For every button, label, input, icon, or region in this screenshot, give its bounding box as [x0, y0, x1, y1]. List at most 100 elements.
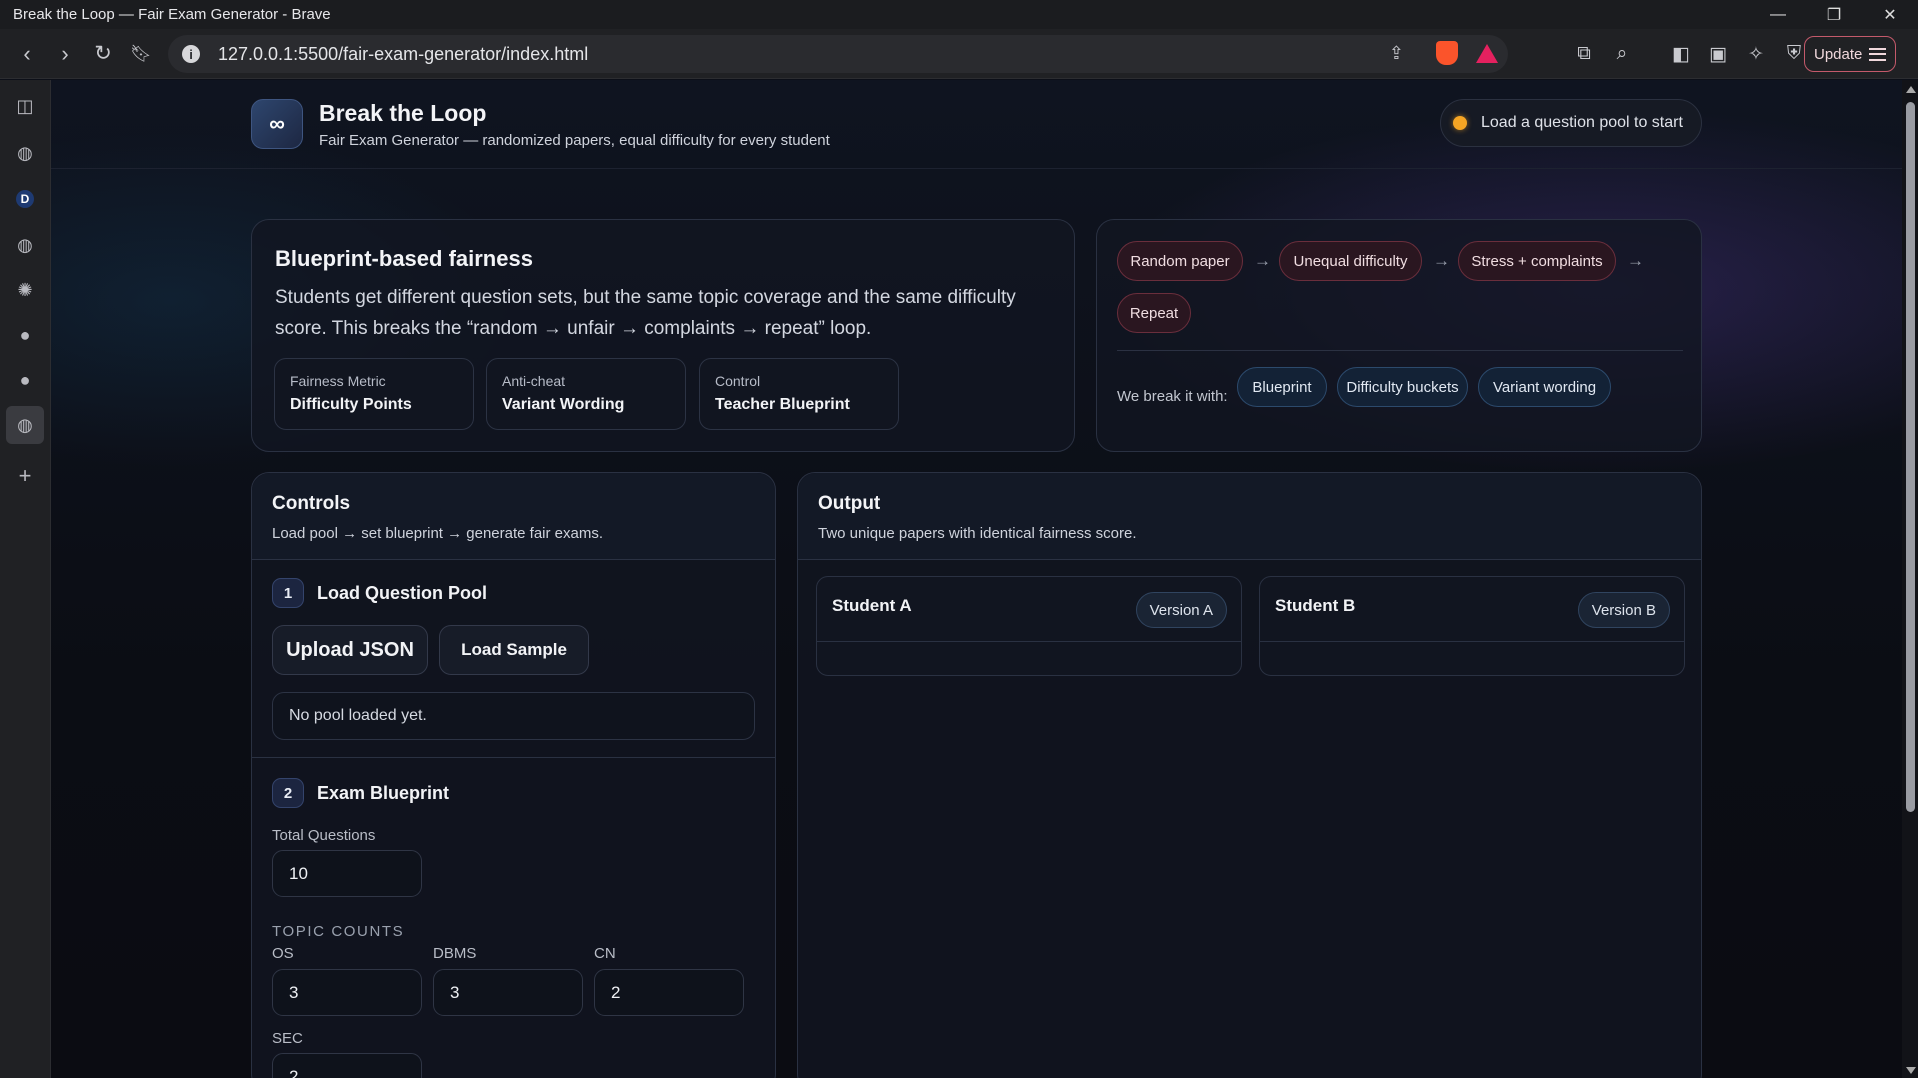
app-title: Break the Loop: [319, 100, 487, 126]
step-label: Exam Blueprint: [317, 782, 450, 803]
update-button[interactable]: Update: [1804, 36, 1896, 72]
status-dot-icon: [1453, 116, 1467, 130]
tab-search-icon[interactable]: ⌕: [1607, 39, 1637, 69]
controls-panel: Controls Load pool → set blueprint → gen…: [251, 472, 776, 1078]
topic-input-sec[interactable]: 2: [272, 1053, 422, 1078]
scroll-down-icon[interactable]: [1906, 1067, 1916, 1074]
loop-chip-unequal: Unequal difficulty: [1279, 241, 1422, 281]
arrow-icon: →: [1433, 251, 1450, 270]
pool-status: No pool loaded yet.: [272, 692, 755, 740]
globe-icon[interactable]: ◍: [6, 406, 44, 444]
status-badge: Load a question pool to start: [1440, 99, 1702, 147]
step-number: 2: [272, 778, 304, 808]
loop-card: Random paper → Unequal difficulty → Stre…: [1096, 219, 1702, 452]
minimize-icon[interactable]: —: [1750, 0, 1806, 29]
browser-sidebar: ◫ ◍ D ◍ ✺ ● ● ◍ +: [0, 80, 51, 1078]
step-load-pool: 1 Load Question Pool: [272, 578, 487, 608]
site-info-icon[interactable]: i: [182, 45, 200, 63]
load-sample-button[interactable]: Load Sample: [439, 625, 589, 675]
upload-json-button[interactable]: Upload JSON: [272, 625, 428, 675]
student-name: Student B: [1275, 596, 1356, 615]
globe-icon[interactable]: ◍: [10, 230, 40, 260]
loop-chip-repeat: Repeat: [1117, 293, 1191, 333]
url-text[interactable]: 127.0.0.1:5500/fair-exam-generator/index…: [218, 44, 588, 65]
github-icon[interactable]: ●: [10, 365, 40, 395]
divider: [817, 641, 1241, 642]
brave-rewards-icon[interactable]: [1476, 44, 1498, 63]
menu-icon: [1869, 47, 1886, 61]
arrow-icon: →: [1254, 251, 1271, 270]
scroll-up-icon[interactable]: [1906, 86, 1916, 93]
back-icon[interactable]: ‹: [8, 35, 46, 73]
sidebar-panel-icon[interactable]: ◫: [10, 91, 40, 121]
github-icon[interactable]: ●: [10, 320, 40, 350]
total-questions-label: Total Questions: [272, 827, 376, 844]
student-a-card: Student A Version A: [816, 576, 1242, 676]
restore-icon[interactable]: ❐: [1806, 0, 1862, 29]
d-app-icon[interactable]: D: [10, 184, 40, 214]
fairness-description: Students get different question sets, bu…: [275, 287, 1016, 339]
divider: [1117, 350, 1683, 351]
student-name: Student A: [832, 596, 912, 615]
infinity-logo-icon: ∞: [251, 99, 303, 149]
topic-label-sec: SEC: [272, 1030, 303, 1047]
page-viewport: ∞ Break the Loop Fair Exam Generator — r…: [51, 80, 1902, 1078]
topic-label-dbms: DBMS: [433, 945, 477, 962]
extensions-icon[interactable]: ⧉: [1569, 39, 1599, 69]
output-header: Output Two unique papers with identical …: [798, 473, 1701, 560]
step-blueprint: 2 Exam Blueprint: [272, 778, 449, 808]
fix-chip-variant: Variant wording: [1478, 367, 1611, 407]
app-subtitle: Fair Exam Generator — randomized papers,…: [319, 132, 830, 149]
globe-icon[interactable]: ◍: [10, 138, 40, 168]
controls-subtitle: Load pool → set blueprint → generate fai…: [272, 525, 604, 542]
brave-shields-icon[interactable]: [1436, 41, 1458, 65]
topic-label-os: OS: [272, 945, 294, 962]
window-title: Break the Loop — Fair Exam Generator - B…: [13, 6, 331, 23]
metric-value: Difficulty Points: [290, 396, 412, 413]
version-badge: Version B: [1577, 592, 1670, 628]
loop-chip-random: Random paper: [1117, 241, 1243, 281]
address-bar[interactable]: i 127.0.0.1:5500/fair-exam-generator/ind…: [168, 35, 1508, 73]
scrollbar-thumb[interactable]: [1906, 102, 1915, 812]
metric-value: Teacher Blueprint: [715, 396, 850, 413]
fairness-title: Blueprint-based fairness: [275, 246, 533, 271]
bookmark-icon[interactable]: 🔖︎: [122, 35, 160, 73]
topic-input-dbms[interactable]: 3: [433, 969, 583, 1016]
fairness-card: Blueprint-based fairness Students get di…: [251, 219, 1075, 452]
arrow-icon: →: [1627, 251, 1644, 270]
loop-chip-stress: Stress + complaints: [1458, 241, 1616, 281]
leo-ai-icon[interactable]: ✧: [1741, 39, 1771, 69]
output-subtitle: Two unique papers with identical fairnes…: [818, 525, 1137, 542]
browser-toolbar: ‹ › ↻ 🔖︎ i 127.0.0.1:5500/fair-exam-gene…: [0, 29, 1918, 79]
divider: [1260, 641, 1684, 642]
topic-counts-heading: TOPIC COUNTS: [272, 923, 405, 940]
metric-anti-cheat: Anti-cheat Variant Wording: [486, 358, 686, 430]
output-title: Output: [818, 493, 881, 514]
reload-icon[interactable]: ↻: [84, 35, 122, 73]
metric-key: Fairness Metric: [290, 373, 386, 389]
fix-chip-blueprint: Blueprint: [1237, 367, 1327, 407]
topic-input-cn[interactable]: 2: [594, 969, 744, 1016]
topic-label-cn: CN: [594, 945, 616, 962]
step-number: 1: [272, 578, 304, 608]
version-badge: Version A: [1135, 592, 1227, 628]
add-icon[interactable]: +: [10, 461, 40, 491]
metric-value: Variant Wording: [502, 396, 625, 413]
wallet-icon[interactable]: ▣: [1703, 39, 1733, 69]
controls-title: Controls: [272, 493, 351, 514]
page-scrollbar[interactable]: [1902, 80, 1918, 1078]
output-panel: Output Two unique papers with identical …: [797, 472, 1702, 1078]
total-questions-input[interactable]: 10: [272, 850, 422, 897]
close-icon[interactable]: ✕: [1862, 0, 1918, 29]
forward-icon[interactable]: ›: [46, 35, 84, 73]
status-text: Load a question pool to start: [1481, 114, 1683, 131]
window-titlebar: Break the Loop — Fair Exam Generator - B…: [0, 0, 1918, 29]
fix-chip-difficulty: Difficulty buckets: [1337, 367, 1468, 407]
topic-input-os[interactable]: 3: [272, 969, 422, 1016]
metric-fairness: Fairness Metric Difficulty Points: [274, 358, 474, 430]
break-label: We break it with:: [1117, 388, 1228, 405]
sidebar-toggle-icon[interactable]: ◧: [1666, 39, 1696, 69]
share-icon[interactable]: ⇪: [1389, 43, 1404, 64]
update-label: Update: [1814, 45, 1863, 63]
chatgpt-icon[interactable]: ✺: [10, 275, 40, 305]
